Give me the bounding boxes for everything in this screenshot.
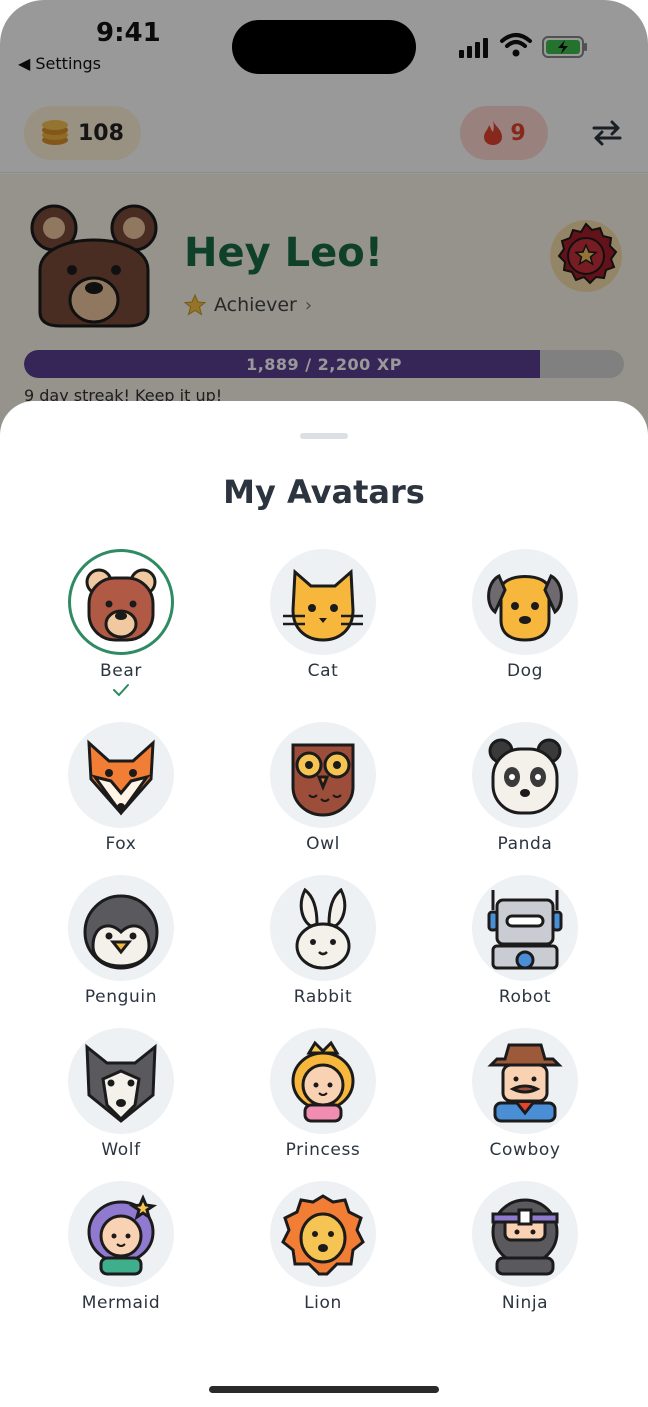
checkmark-icon <box>113 684 129 696</box>
mermaid-face-icon <box>87 1194 158 1276</box>
avatar-name: Cat <box>307 661 339 681</box>
princess-avatar-icon[interactable] <box>270 1028 376 1134</box>
avatar-option-panda[interactable]: Panda <box>424 720 626 870</box>
avatar-option-robot[interactable]: Robot <box>424 873 626 1023</box>
cowboy-face-icon <box>487 1043 563 1123</box>
penguin-face-icon <box>83 894 159 970</box>
bear-face-icon <box>85 568 157 642</box>
avatar-option-mermaid[interactable]: Mermaid <box>20 1179 222 1329</box>
panda-face-icon <box>488 738 562 815</box>
avatar-name: Lion <box>304 1293 342 1313</box>
avatar-option-dog[interactable]: Dog <box>424 547 626 697</box>
ninja-avatar-icon[interactable] <box>472 1181 578 1287</box>
princess-face-icon <box>291 1040 355 1123</box>
modal-backdrop[interactable] <box>0 0 648 460</box>
avatar-option-lion[interactable]: Lion <box>222 1179 424 1329</box>
avatar-option-fox[interactable]: Fox <box>20 720 222 870</box>
dog-avatar-icon[interactable] <box>472 549 578 655</box>
avatars-sheet: My Avatars Bear Cat Dog Fox Owl Panda Penguin R… <box>0 401 648 1407</box>
avatar-name: Ninja <box>501 1293 549 1313</box>
avatar-name: Cowboy <box>489 1140 561 1160</box>
penguin-avatar-icon[interactable] <box>68 875 174 981</box>
mermaid-avatar-icon[interactable] <box>68 1181 174 1287</box>
ninja-face-icon <box>491 1198 559 1276</box>
avatar-option-princess[interactable]: Princess <box>222 1026 424 1176</box>
avatar-option-ninja[interactable]: Ninja <box>424 1179 626 1329</box>
phone-screen: 9:41 ◀ Settings 108 9 Hey Leo! Achiever … <box>0 0 648 1407</box>
panda-avatar-icon[interactable] <box>472 722 578 828</box>
avatar-name: Panda <box>497 834 553 854</box>
avatar-name: Dog <box>506 661 544 681</box>
avatar-option-bear[interactable]: Bear <box>20 547 222 697</box>
bear-avatar-icon[interactable] <box>68 549 174 655</box>
fox-face-icon <box>87 739 155 816</box>
avatar-name: Wolf <box>101 1140 141 1160</box>
fox-avatar-icon[interactable] <box>68 722 174 828</box>
avatar-option-rabbit[interactable]: Rabbit <box>222 873 424 1023</box>
lion-face-icon <box>281 1194 365 1276</box>
dog-face-icon <box>487 573 563 642</box>
avatar-option-penguin[interactable]: Penguin <box>20 873 222 1023</box>
rabbit-face-icon <box>295 887 351 970</box>
wolf-face-icon <box>85 1043 157 1123</box>
cat-face-icon <box>283 568 363 642</box>
avatar-option-wolf[interactable]: Wolf <box>20 1026 222 1176</box>
avatar-option-cat[interactable]: Cat <box>222 547 424 697</box>
avatar-name: Bear <box>100 661 142 681</box>
robot-avatar-icon[interactable] <box>472 875 578 981</box>
sheet-grabber[interactable] <box>300 433 348 439</box>
owl-face-icon <box>291 743 355 817</box>
avatar-name: Rabbit <box>293 987 353 1007</box>
rabbit-avatar-icon[interactable] <box>270 875 376 981</box>
avatar-option-cowboy[interactable]: Cowboy <box>424 1026 626 1176</box>
cowboy-avatar-icon[interactable] <box>472 1028 578 1134</box>
avatar-name: Owl <box>306 834 340 854</box>
avatar-option-owl[interactable]: Owl <box>222 720 424 870</box>
avatar-name: Robot <box>498 987 552 1007</box>
owl-avatar-icon[interactable] <box>270 722 376 828</box>
cat-avatar-icon[interactable] <box>270 549 376 655</box>
avatar-name: Fox <box>105 834 137 854</box>
avatar-name: Penguin <box>84 987 158 1007</box>
wolf-avatar-icon[interactable] <box>68 1028 174 1134</box>
sheet-title: My Avatars <box>223 473 425 511</box>
avatar-name: Princess <box>285 1140 361 1160</box>
avatar-name: Mermaid <box>81 1293 161 1313</box>
home-indicator[interactable] <box>209 1386 439 1393</box>
robot-face-icon <box>487 890 563 970</box>
lion-avatar-icon[interactable] <box>270 1181 376 1287</box>
